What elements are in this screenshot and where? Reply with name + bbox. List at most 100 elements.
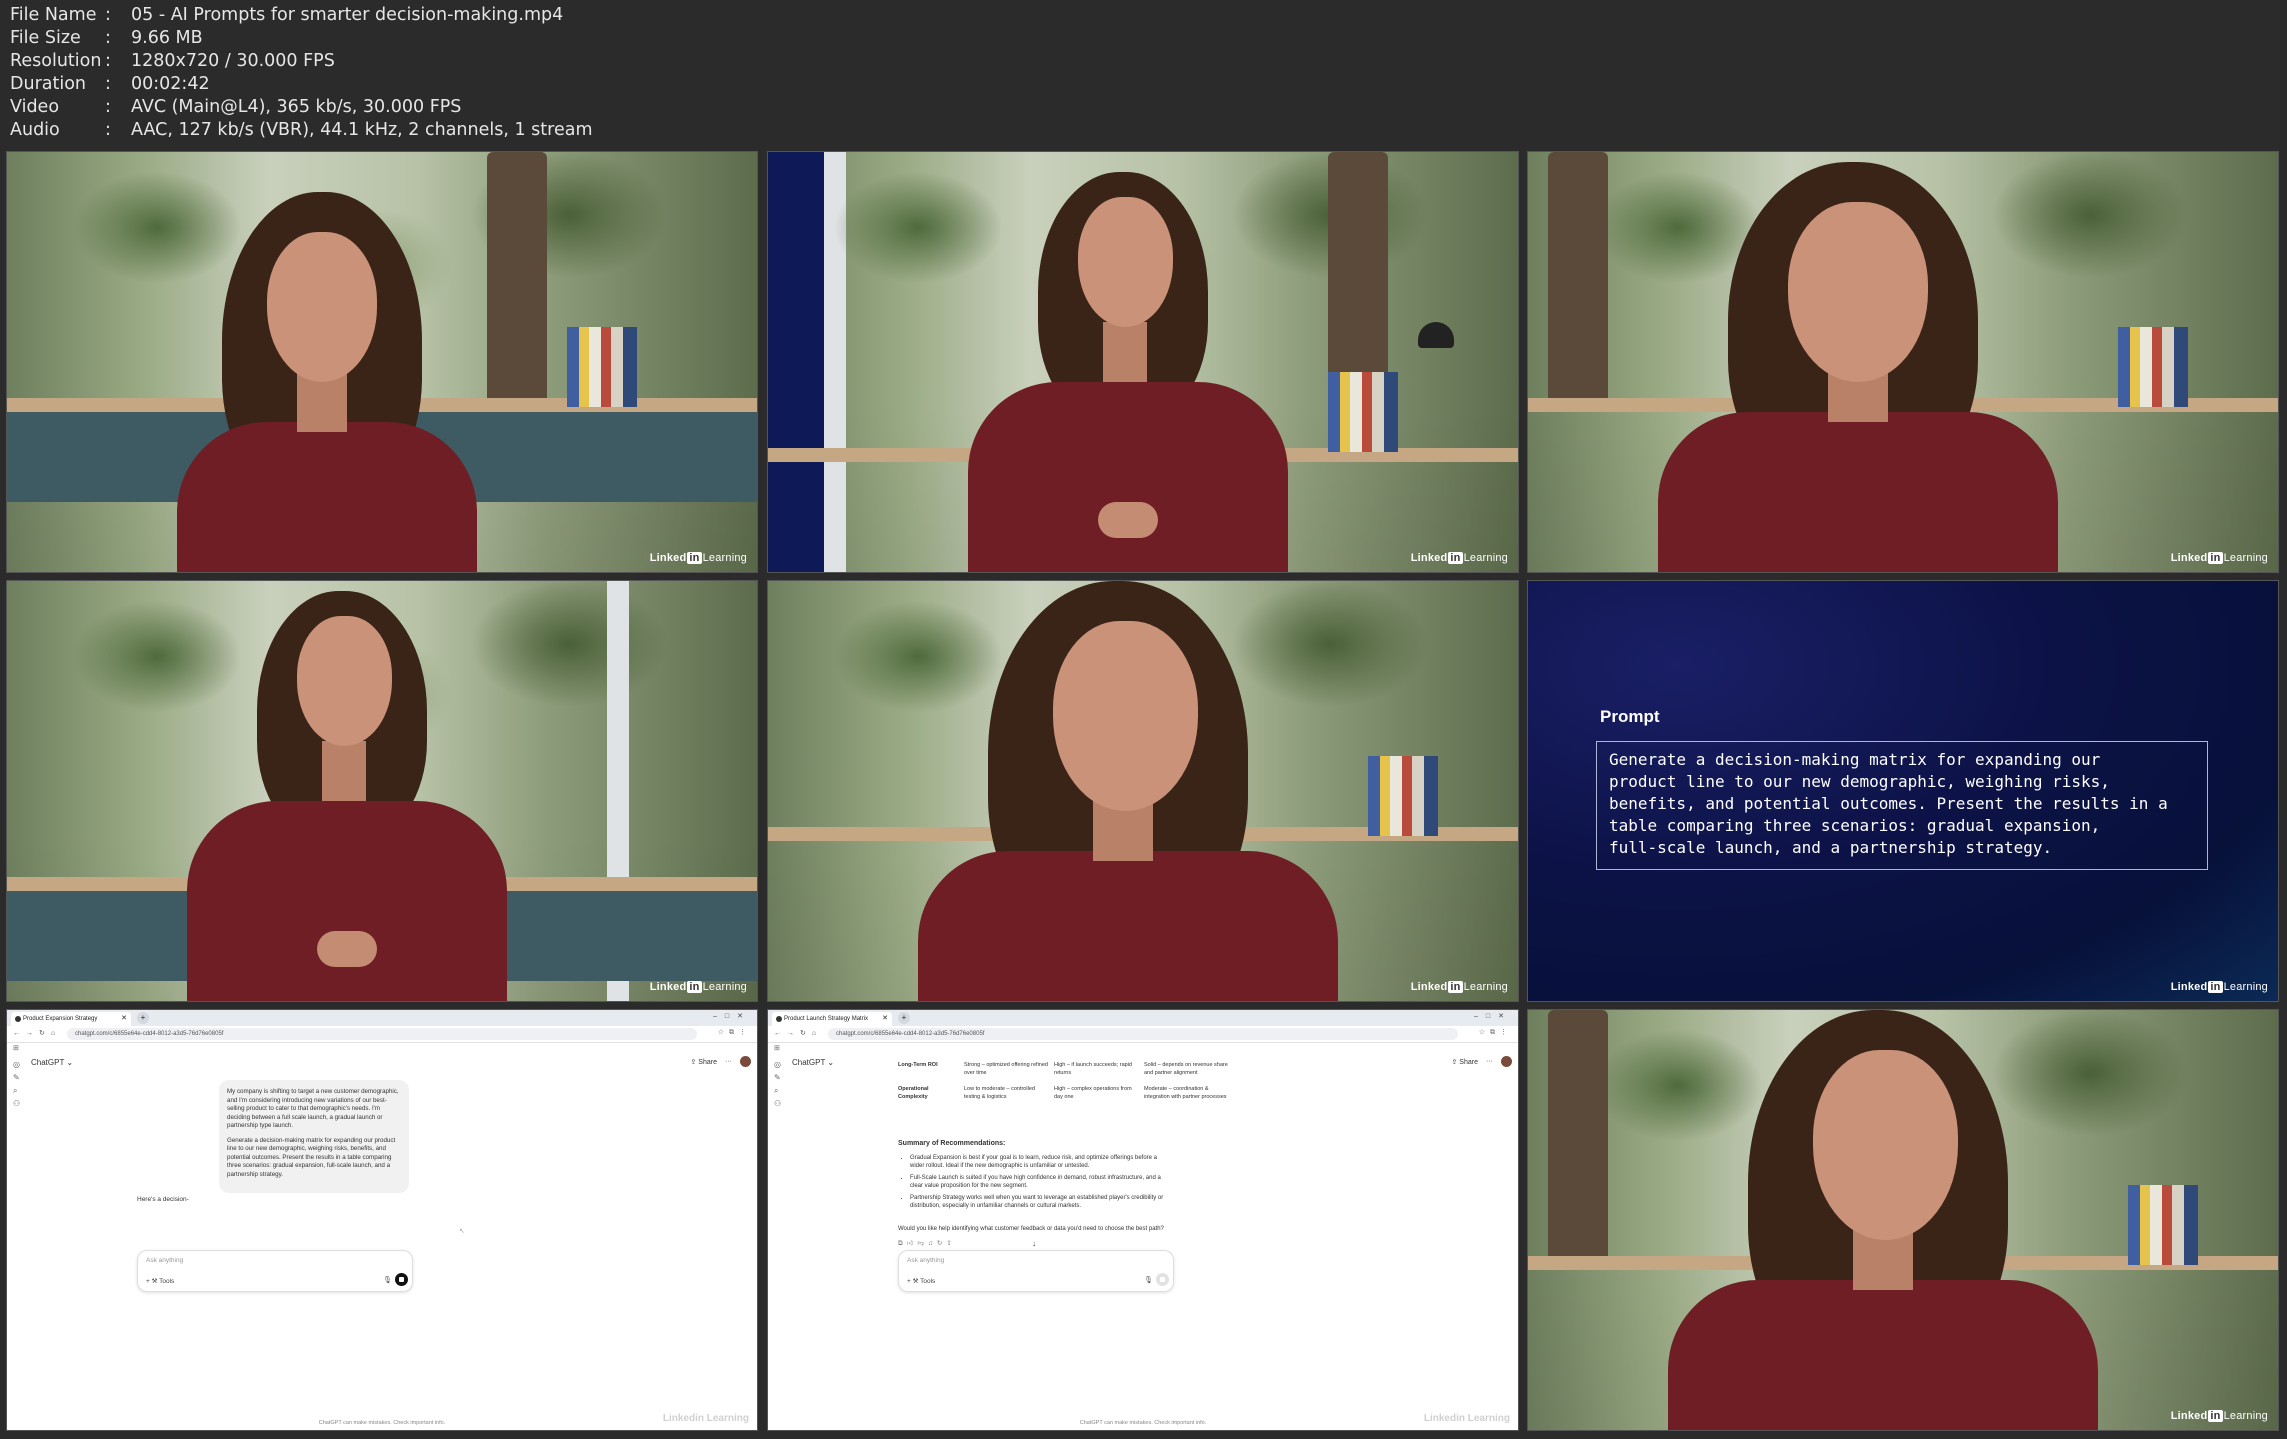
table-cell: Moderate – coordination & integration wi… (1144, 1086, 1227, 1100)
more-options-button[interactable]: ··· (725, 1058, 732, 1065)
nav-buttons[interactable]: ←→↻⌂ (13, 1029, 61, 1037)
new-tab-button[interactable]: + (898, 1012, 910, 1024)
address-bar[interactable]: chatgpt.com/c/6855e64e-cdd4-8012-a3d5-76… (67, 1028, 697, 1040)
meta-value: 00:02:42 (131, 74, 210, 94)
message-composer[interactable]: Ask anything + ⚒ Tools 🎙︎ (137, 1250, 413, 1292)
thumbnail-5: Linked in Learning (767, 580, 1519, 1002)
linkedin-learning-logo: Linked in Learning (2170, 981, 2268, 993)
scroll-down-icon[interactable]: ↓ (1032, 1239, 1036, 1248)
meta-key: Duration (10, 74, 87, 94)
thumbnail-1: Linked in Learning (6, 151, 758, 573)
library-icon[interactable]: ⚇ (13, 1099, 25, 1112)
library-icon[interactable]: ⚇ (774, 1099, 786, 1112)
linkedin-learning-logo: Linked in Learning (649, 552, 747, 564)
address-row: ←→↻⌂ chatgpt.com/c/6855e64e-cdd4-8012-a3… (7, 1026, 757, 1043)
thumbnail-3: Linked in Learning (1527, 151, 2279, 573)
meta-sep: : (105, 97, 111, 117)
summary-heading: Summary of Recommendations: (898, 1140, 1006, 1147)
file-size-row: File Size:9.66 MB (10, 27, 593, 50)
address-bar[interactable]: chatgpt.com/c/6855e64e-cdd4-8012-a3d5-76… (828, 1028, 1458, 1040)
audio-row: Audio: AAC, 127 kb/s (VBR), 44.1 kHz, 2 c… (10, 119, 593, 142)
presenter (1668, 1010, 2098, 1430)
message-composer[interactable]: Ask anything + ⚒ Tools 🎙︎ (898, 1250, 1174, 1292)
close-tab-icon[interactable]: ✕ (121, 1012, 127, 1026)
presenter (1658, 162, 2058, 572)
meta-sep: : (105, 28, 111, 48)
browser-tab[interactable]: Product Expansion Strategy ✕ (11, 1012, 131, 1026)
browser-toolbar-icons[interactable]: ☆⧉⋮ (718, 1028, 751, 1037)
table-cell: Operational Complexity (898, 1086, 929, 1100)
window-controls[interactable]: –□✕ (1474, 1012, 1512, 1020)
model-selector[interactable]: ChatGPT ⌄ (792, 1058, 834, 1067)
window-controls[interactable]: –□✕ (713, 1012, 751, 1020)
presenter-scene (768, 581, 1518, 1001)
list-item: Gradual Expansion is best if your goal i… (910, 1154, 1168, 1171)
prompt-slide: Prompt Generate a decision-making matrix… (1528, 581, 2278, 1001)
prompt-title: Prompt (1600, 707, 1660, 726)
tab-title: Product Expansion Strategy (23, 1016, 98, 1022)
openai-logo-icon[interactable]: ◎ (774, 1060, 786, 1073)
chat-header-actions: ⇪ Share ··· (1452, 1056, 1512, 1067)
presenter (177, 192, 477, 572)
new-tab-button[interactable]: + (137, 1012, 149, 1024)
linkedin-learning-watermark: Linkedin Learning (662, 1413, 749, 1424)
composer-placeholder[interactable]: Ask anything (146, 1257, 183, 1264)
browser-toolbar-icons[interactable]: ☆⧉⋮ (1479, 1028, 1512, 1037)
composer-placeholder[interactable]: Ask anything (907, 1257, 944, 1264)
apps-grid-icon[interactable]: ⊞ (13, 1044, 19, 1052)
model-selector[interactable]: ChatGPT ⌄ (31, 1058, 73, 1067)
presenter-scene (1528, 1010, 2278, 1430)
microphone-icon[interactable]: 🎙︎ (383, 1276, 392, 1284)
browser-tab[interactable]: Product Launch Strategy Matrix ✕ (772, 1012, 892, 1026)
stop-button[interactable] (395, 1273, 408, 1286)
avatar[interactable] (1501, 1056, 1512, 1067)
message-action-icons[interactable]: ⧉👍︎👎︎♫↻⇪ (898, 1239, 956, 1248)
presenter-scene (768, 152, 1518, 572)
thumbnail-9: Linked in Learning (1527, 1009, 2279, 1431)
presenter (918, 581, 1338, 1001)
summary-section: Summary of Recommendations: Gradual Expa… (898, 1140, 1168, 1214)
resolution-row: Resolution:1280x720 / 30.000 FPS (10, 50, 593, 73)
prompt-box: Generate a decision-making matrix for ex… (1596, 741, 2208, 870)
openai-logo-icon[interactable]: ◎ (13, 1060, 25, 1073)
table-cell: Long-Term ROI (898, 1062, 938, 1068)
table-cell: High – if launch succeeds; rapid returns (1054, 1062, 1132, 1076)
apps-grid-icon[interactable]: ⊞ (774, 1044, 780, 1052)
linkedin-learning-logo: Linked in Learning (2170, 1410, 2268, 1422)
share-button[interactable]: ⇪ Share (691, 1058, 718, 1066)
tools-button[interactable]: + ⚒ Tools (146, 1277, 174, 1285)
followup-question: Would you like help identifying what cus… (898, 1226, 1164, 1232)
disclaimer: ChatGPT can make mistakes. Check importa… (1079, 1420, 1207, 1426)
table-cell: Strong – optimized offering refined over… (964, 1062, 1048, 1076)
new-chat-icon[interactable]: ✎ (774, 1073, 786, 1086)
meta-sep: : (105, 5, 111, 25)
voice-mode-button[interactable] (1156, 1273, 1169, 1286)
file-info-panel: File Name:05 - AI Prompts for smarter de… (10, 4, 593, 142)
openai-icon (15, 1016, 21, 1022)
new-chat-icon[interactable]: ✎ (13, 1073, 25, 1086)
presenter (187, 591, 507, 1001)
search-icon[interactable]: ⌕ (774, 1086, 786, 1099)
meta-key: File Size (10, 28, 81, 48)
table-cell: High – complex operations from day one (1054, 1086, 1132, 1100)
microphone-icon[interactable]: 🎙︎ (1144, 1276, 1153, 1284)
search-icon[interactable]: ⌕ (13, 1086, 25, 1099)
meta-key: File Name (10, 5, 97, 25)
linkedin-learning-logo: Linked in Learning (2170, 552, 2268, 564)
presenter (968, 172, 1288, 572)
prompt-line: Generate a decision-making matrix for ex… (1609, 750, 2101, 769)
bookmarks-bar: ⊞ (768, 1043, 1518, 1053)
list-item: Full-Scale Launch is suited if you have … (910, 1174, 1168, 1191)
thumbnail-6-prompt-slide: Prompt Generate a decision-making matrix… (1527, 580, 2279, 1002)
chatgpt-sidebar-icons: ◎ ✎ ⌕ ⚇ (13, 1060, 25, 1112)
table-cell: Solid – depends on revenue share and par… (1144, 1062, 1228, 1076)
meta-key: Audio (10, 120, 60, 140)
assistant-message: Here's a decision- (137, 1196, 189, 1203)
share-button[interactable]: ⇪ Share (1452, 1058, 1479, 1066)
more-options-button[interactable]: ··· (1486, 1058, 1493, 1065)
tools-button[interactable]: + ⚒ Tools (907, 1277, 935, 1285)
nav-buttons[interactable]: ←→↻⌂ (774, 1029, 822, 1037)
avatar[interactable] (740, 1056, 751, 1067)
close-tab-icon[interactable]: ✕ (882, 1012, 888, 1026)
bookmarks-bar: ⊞ (7, 1043, 757, 1053)
